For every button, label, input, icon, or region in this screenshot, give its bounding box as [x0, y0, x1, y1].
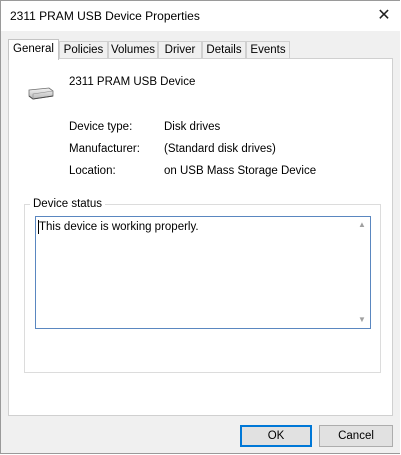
window-title: 2311 PRAM USB Device Properties — [10, 9, 200, 23]
device-name: 2311 PRAM USB Device — [69, 76, 196, 88]
tab-policies[interactable]: Policies — [59, 41, 108, 59]
close-icon[interactable]: ✕ — [369, 3, 399, 29]
device-status-legend: Device status — [33, 198, 103, 210]
device-type-label: Device type: — [69, 121, 133, 133]
ok-button[interactable]: OK — [240, 425, 312, 447]
manufacturer-label: Manufacturer: — [69, 143, 140, 155]
device-properties-dialog: 2311 PRAM USB Device Properties ✕ Genera… — [0, 0, 401, 454]
tab-driver[interactable]: Driver — [158, 41, 202, 59]
tab-general[interactable]: General — [8, 39, 59, 60]
device-type-value: Disk drives — [164, 121, 221, 133]
title-bar[interactable]: 2311 PRAM USB Device Properties ✕ — [1, 1, 401, 31]
general-tab-panel: 2311 PRAM USB Device Device type: Disk d… — [8, 58, 393, 416]
location-value: on USB Mass Storage Device — [164, 165, 317, 177]
scroll-down-icon[interactable]: ▼ — [357, 315, 367, 325]
manufacturer-value: (Standard disk drives) — [164, 143, 276, 155]
status-scrollbar[interactable]: ▲ ▼ — [354, 217, 370, 328]
location-label: Location: — [69, 165, 116, 177]
disk-drive-icon — [26, 87, 54, 104]
tab-volumes[interactable]: Volumes — [108, 41, 158, 59]
device-status-text: This device is working properly. — [39, 221, 199, 233]
cancel-button[interactable]: Cancel — [319, 425, 393, 447]
device-status-textbox[interactable]: This device is working properly. ▲ ▼ — [35, 216, 371, 329]
tab-details[interactable]: Details — [202, 41, 246, 59]
tab-events[interactable]: Events — [246, 41, 290, 59]
scroll-up-icon[interactable]: ▲ — [357, 220, 367, 230]
